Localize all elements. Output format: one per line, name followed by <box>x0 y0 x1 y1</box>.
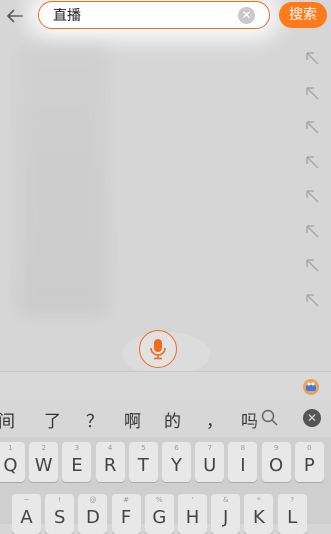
key-secondary-label: 6 <box>174 444 179 452</box>
microphone-icon <box>150 339 166 360</box>
key-secondary-label: & <box>222 496 229 504</box>
voice-button[interactable] <box>139 330 177 368</box>
key-g[interactable]: % G <box>144 494 174 534</box>
key-y[interactable]: 6Y <box>162 442 191 482</box>
suggestion-row[interactable] <box>0 144 331 178</box>
clear-icon[interactable]: ✕ <box>238 7 255 24</box>
suggestion-row[interactable] <box>0 40 331 74</box>
key-secondary-label: ' <box>191 496 194 504</box>
suggestion-row[interactable] <box>0 247 331 281</box>
search-box[interactable]: ✕ <box>38 1 270 29</box>
key-label: A <box>20 507 33 528</box>
key-secondary-label: * <box>257 496 261 504</box>
key-h[interactable]: ' H <box>178 494 207 534</box>
key-secondary-label: 8 <box>240 444 246 452</box>
key-label: O <box>269 455 284 476</box>
search-icon[interactable] <box>260 408 280 428</box>
suggestion-row[interactable] <box>0 75 331 109</box>
key-label: G <box>152 507 167 528</box>
key-u[interactable]: 7U <box>195 442 225 482</box>
key-a[interactable]: ~ A <box>12 494 41 534</box>
suggestion-list <box>0 36 331 336</box>
close-icon[interactable]: ✕ <box>303 409 321 427</box>
candidate-word[interactable]: 了 <box>44 407 61 432</box>
back-arrow-icon[interactable] <box>4 5 26 27</box>
key-label: T <box>137 455 149 476</box>
candidate-word[interactable]: 啊 <box>124 407 141 432</box>
fill-arrow-icon[interactable] <box>305 155 319 169</box>
key-secondary-label: 1 <box>8 444 13 452</box>
fill-arrow-icon[interactable] <box>305 86 319 100</box>
fill-arrow-icon[interactable] <box>305 258 319 272</box>
key-label: J <box>223 507 229 528</box>
candidate-word[interactable]: 间 <box>0 407 15 432</box>
key-w[interactable]: 2W <box>29 442 59 482</box>
suggestion-row[interactable] <box>0 178 331 212</box>
key-o[interactable]: 9O <box>261 442 291 482</box>
key-secondary-label: 5 <box>141 444 146 452</box>
key-secondary-label: 2 <box>41 444 46 452</box>
key-secondary-label: ? <box>290 496 294 504</box>
suggestion-row[interactable] <box>0 213 331 247</box>
key-p[interactable]: 0P <box>294 442 324 482</box>
key-label: K <box>252 507 265 528</box>
key-j[interactable]: & J <box>211 494 241 534</box>
key-label: H <box>185 507 200 528</box>
candidate-word[interactable]: ？ <box>86 407 103 432</box>
key-label: I <box>240 455 246 476</box>
search-button[interactable]: 搜索 <box>279 2 327 28</box>
fill-arrow-icon[interactable] <box>305 224 319 238</box>
key-e[interactable]: 3E <box>62 442 92 482</box>
key-label: U <box>203 455 217 476</box>
key-i[interactable]: 8I <box>228 442 258 482</box>
key-s[interactable]: ! S <box>45 494 75 534</box>
key-secondary-label: 4 <box>107 444 113 452</box>
key-label: S <box>53 507 66 528</box>
key-secondary-label: 3 <box>74 444 80 452</box>
top-bar: ✕ 搜索 <box>0 0 331 34</box>
key-label: D <box>85 507 100 528</box>
key-label: F <box>120 507 132 528</box>
key-secondary-label: 0 <box>307 444 312 452</box>
candidate-word[interactable]: 的 <box>164 407 181 432</box>
search-input[interactable] <box>53 5 223 25</box>
key-label: Q <box>3 455 18 476</box>
key-label: Y <box>171 455 182 476</box>
keyboard-toolbar <box>0 371 331 400</box>
key-secondary-label: # <box>123 496 130 504</box>
key-q[interactable]: 1Q <box>0 442 25 482</box>
key-label: W <box>34 455 53 476</box>
key-f[interactable]: # F <box>111 494 141 534</box>
key-secondary-label: % <box>155 496 163 504</box>
suggestion-row[interactable] <box>0 282 331 316</box>
key-secondary-label: 9 <box>273 444 279 452</box>
fill-arrow-icon[interactable] <box>305 120 319 134</box>
keyboard-app-icon[interactable] <box>302 378 320 396</box>
key-secondary-label: 7 <box>207 444 212 452</box>
candidate-bar: 间 了 ？ 啊 的 ， 吗 ✕ <box>0 399 331 437</box>
key-secondary-label: ~ <box>23 496 30 504</box>
fill-arrow-icon[interactable] <box>305 293 319 307</box>
key-label: R <box>103 455 117 476</box>
candidate-word[interactable]: ， <box>206 407 223 432</box>
fill-arrow-icon[interactable] <box>305 189 319 203</box>
suggestion-row[interactable] <box>0 109 331 143</box>
key-d[interactable]: @ D <box>78 494 108 534</box>
key-label: L <box>287 507 298 528</box>
key-r[interactable]: 4R <box>95 442 125 482</box>
key-label: P <box>303 455 315 476</box>
key-t[interactable]: 5T <box>128 442 158 482</box>
key-k[interactable]: * K <box>244 494 274 534</box>
key-secondary-label: ! <box>58 496 62 504</box>
key-label: E <box>71 455 83 476</box>
fill-arrow-icon[interactable] <box>305 51 319 65</box>
key-secondary-label: @ <box>89 496 97 504</box>
key-l[interactable]: ? L <box>277 494 307 534</box>
keyboard: 1Q2W3E4R5T6Y7U8I9O0P ~ A! S @ D # F% G ' H & J * K? L <box>0 437 331 534</box>
voice-input-area <box>0 326 331 376</box>
